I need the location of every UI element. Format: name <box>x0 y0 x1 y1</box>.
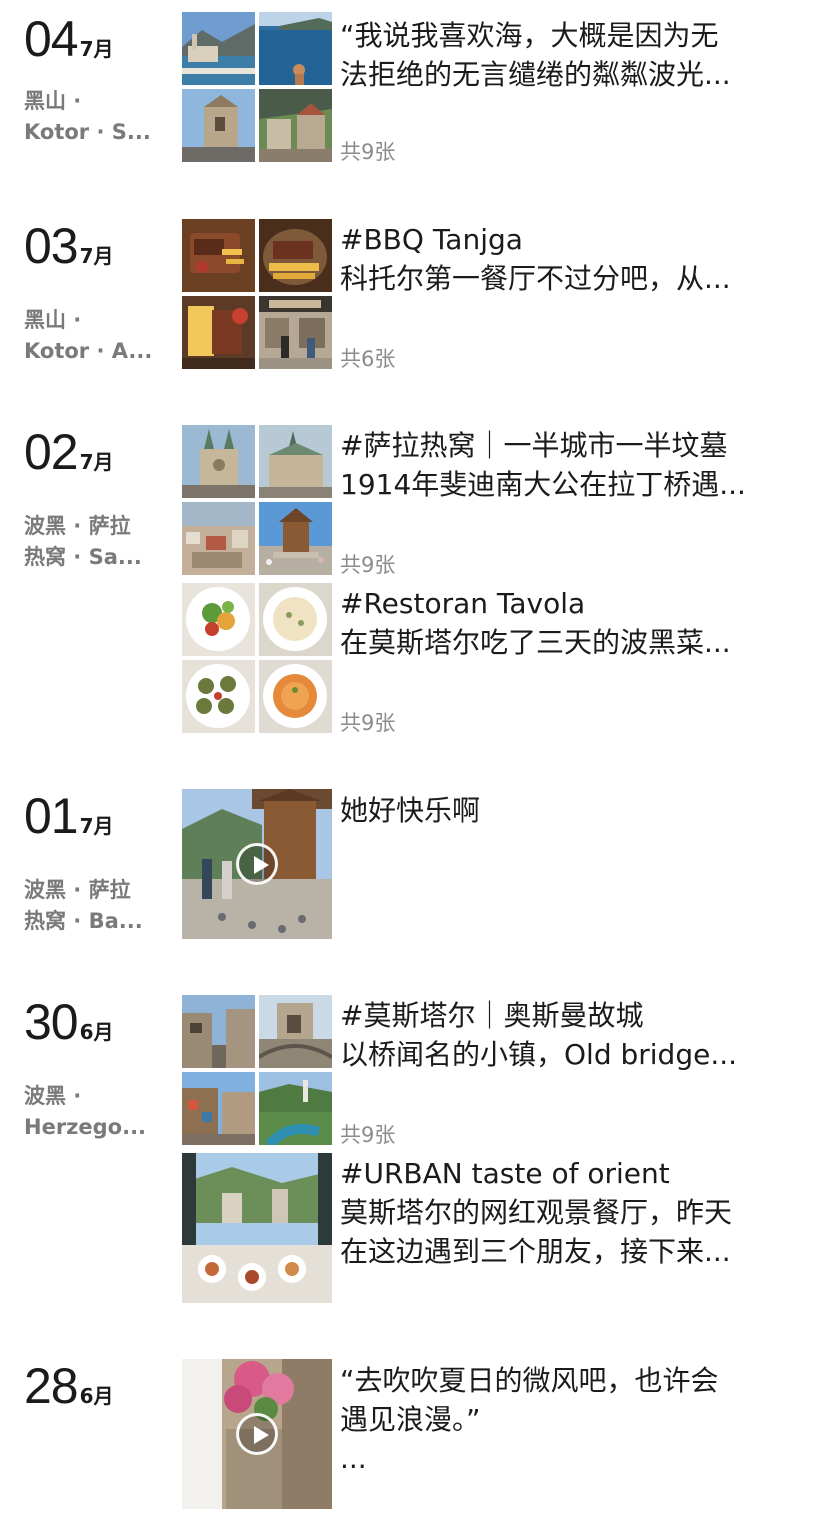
post-text-line: 莫斯塔尔的网红观景餐厅，昨天 <box>340 1196 733 1229</box>
location-label[interactable]: 波黑 · Herzego... <box>24 1081 160 1143</box>
montenegro-sea-swimmer-photo[interactable] <box>259 12 332 85</box>
photo-grid[interactable] <box>182 12 332 162</box>
location-line: 波黑 · 萨拉 <box>24 514 131 538</box>
location-line: Kotor · S... <box>24 120 151 144</box>
photo-grid[interactable] <box>182 425 332 575</box>
location-line: 黑山 · <box>24 89 82 113</box>
post-text-line: 法拒绝的无言缱绻的粼粼波光... <box>340 58 731 91</box>
post-text[interactable]: 她好快乐啊 <box>340 791 800 830</box>
photo-grid[interactable] <box>182 995 332 1145</box>
sarajevo-city-view-photo[interactable] <box>182 502 255 575</box>
date-month: 6月 <box>79 1384 114 1408</box>
mostar-bazaar-photo[interactable] <box>182 1072 255 1145</box>
post-text-line: #Restoran Tavola <box>340 587 586 620</box>
date-day: 30 <box>24 994 79 1050</box>
play-icon[interactable] <box>236 1413 278 1455</box>
location-line: Herzego... <box>24 1115 147 1139</box>
post-text-line: 以桥闻名的小镇，Old bridge... <box>340 1038 738 1071</box>
photo-count: 共9张 <box>340 711 396 735</box>
date-month: 7月 <box>79 450 114 474</box>
post-text-line: #URBAN taste of orient <box>340 1157 670 1190</box>
location-line: 波黑 · 萨拉 <box>24 878 131 902</box>
mostar-street-photo[interactable] <box>182 995 255 1068</box>
sebilj-pigeons-video[interactable] <box>182 789 332 939</box>
montenegro-bay-town-photo[interactable] <box>182 12 255 85</box>
grilled-steak-fries-photo[interactable] <box>182 219 255 292</box>
location-label[interactable]: 黑山 · Kotor · S... <box>24 86 160 148</box>
post-text-line: #BBQ Tanjga <box>340 223 523 256</box>
stuffed-mushroom-photo[interactable] <box>182 660 255 733</box>
post-text-line: 1914年斐迪南大公在拉丁桥遇... <box>340 468 746 501</box>
post-text[interactable]: #BBQ Tanjga 科托尔第一餐厅不过分吧，从... <box>340 220 800 298</box>
mostar-old-bridge-photo[interactable] <box>259 995 332 1068</box>
photo-count: 共6张 <box>340 347 396 371</box>
restaurant-terrace-view-photo[interactable] <box>182 1153 332 1303</box>
date-month: 6月 <box>79 1020 114 1044</box>
steak-plate-photo[interactable] <box>182 296 255 369</box>
date-label: 01 7月 <box>24 791 114 841</box>
post-text[interactable]: “我说我喜欢海，大概是因为无 法拒绝的无言缱绻的粼粼波光... <box>340 16 800 94</box>
mostar-river-photo[interactable] <box>259 1072 332 1145</box>
date-day: 28 <box>24 1358 79 1414</box>
date-month: 7月 <box>79 814 114 838</box>
post-text[interactable]: #莫斯塔尔｜奥斯曼故城 以桥闻名的小镇，Old bridge... <box>340 996 800 1074</box>
post-text-line: 在莫斯塔尔吃了三天的波黑菜... <box>340 626 731 659</box>
date-day: 01 <box>24 788 79 844</box>
post-text[interactable]: #萨拉热窝｜一半城市一半坟墓 1914年斐迪南大公在拉丁桥遇... <box>340 426 800 504</box>
date-label: 30 6月 <box>24 997 114 1047</box>
location-line: 热窝 · Ba... <box>24 909 143 933</box>
location-label[interactable]: 波黑 · 萨拉 热窝 · Ba... <box>24 875 160 937</box>
post-text[interactable]: #Restoran Tavola 在莫斯塔尔吃了三天的波黑菜... <box>340 584 800 662</box>
post-text-line: #莫斯塔尔｜奥斯曼故城 <box>340 999 644 1032</box>
post-text-line: 遇见浪漫。” <box>340 1403 481 1436</box>
post-text[interactable]: “去吹吹夏日的微风吧，也许会 遇见浪漫。” ... <box>340 1361 800 1478</box>
date-label: 28 6月 <box>24 1361 114 1411</box>
date-day: 02 <box>24 424 79 480</box>
kotor-old-town-photo[interactable] <box>259 89 332 162</box>
post-text-line: “我说我喜欢海，大概是因为无 <box>340 19 719 52</box>
post-text[interactable]: #URBAN taste of orient 莫斯塔尔的网红观景餐厅，昨天 在这… <box>340 1154 800 1271</box>
location-line: Kotor · A... <box>24 339 153 363</box>
post-text-line: “去吹吹夏日的微风吧，也许会 <box>340 1364 719 1397</box>
date-label: 02 7月 <box>24 427 114 477</box>
flower-alley-video[interactable] <box>182 1359 332 1509</box>
bbq-restaurant-front-photo[interactable] <box>259 296 332 369</box>
spaghetti-dish-photo[interactable] <box>259 660 332 733</box>
photo-grid[interactable] <box>182 583 332 733</box>
post-text-line: 在这边遇到三个朋友，接下来... <box>340 1235 731 1268</box>
location-line: 热窝 · Sa... <box>24 545 142 569</box>
sebilj-fountain-photo[interactable] <box>259 502 332 575</box>
sarajevo-church-photo[interactable] <box>259 425 332 498</box>
kotor-church-tower-photo[interactable] <box>182 89 255 162</box>
date-month: 7月 <box>79 244 114 268</box>
location-label[interactable]: 黑山 · Kotor · A... <box>24 305 160 367</box>
date-label: 03 7月 <box>24 221 114 271</box>
post-text-line: ... <box>340 1442 367 1475</box>
salad-dish-photo[interactable] <box>182 583 255 656</box>
date-day: 04 <box>24 11 79 67</box>
photo-count: 共9张 <box>340 140 396 164</box>
post-text-line: 她好快乐啊 <box>340 794 481 827</box>
risotto-dish-photo[interactable] <box>259 583 332 656</box>
location-line: 波黑 · <box>24 1084 82 1108</box>
bbq-platter-photo[interactable] <box>259 219 332 292</box>
sarajevo-cathedral-photo[interactable] <box>182 425 255 498</box>
post-text-line: 科托尔第一餐厅不过分吧，从... <box>340 262 731 295</box>
photo-grid[interactable] <box>182 219 332 369</box>
date-day: 03 <box>24 218 79 274</box>
date-label: 04 7月 <box>24 14 114 64</box>
photo-count: 共9张 <box>340 553 396 577</box>
location-label[interactable]: 波黑 · 萨拉 热窝 · Sa... <box>24 511 160 573</box>
photo-count: 共9张 <box>340 1123 396 1147</box>
date-month: 7月 <box>79 37 114 61</box>
post-text-line: #萨拉热窝｜一半城市一半坟墓 <box>340 429 728 462</box>
play-icon[interactable] <box>236 843 278 885</box>
location-line: 黑山 · <box>24 308 82 332</box>
